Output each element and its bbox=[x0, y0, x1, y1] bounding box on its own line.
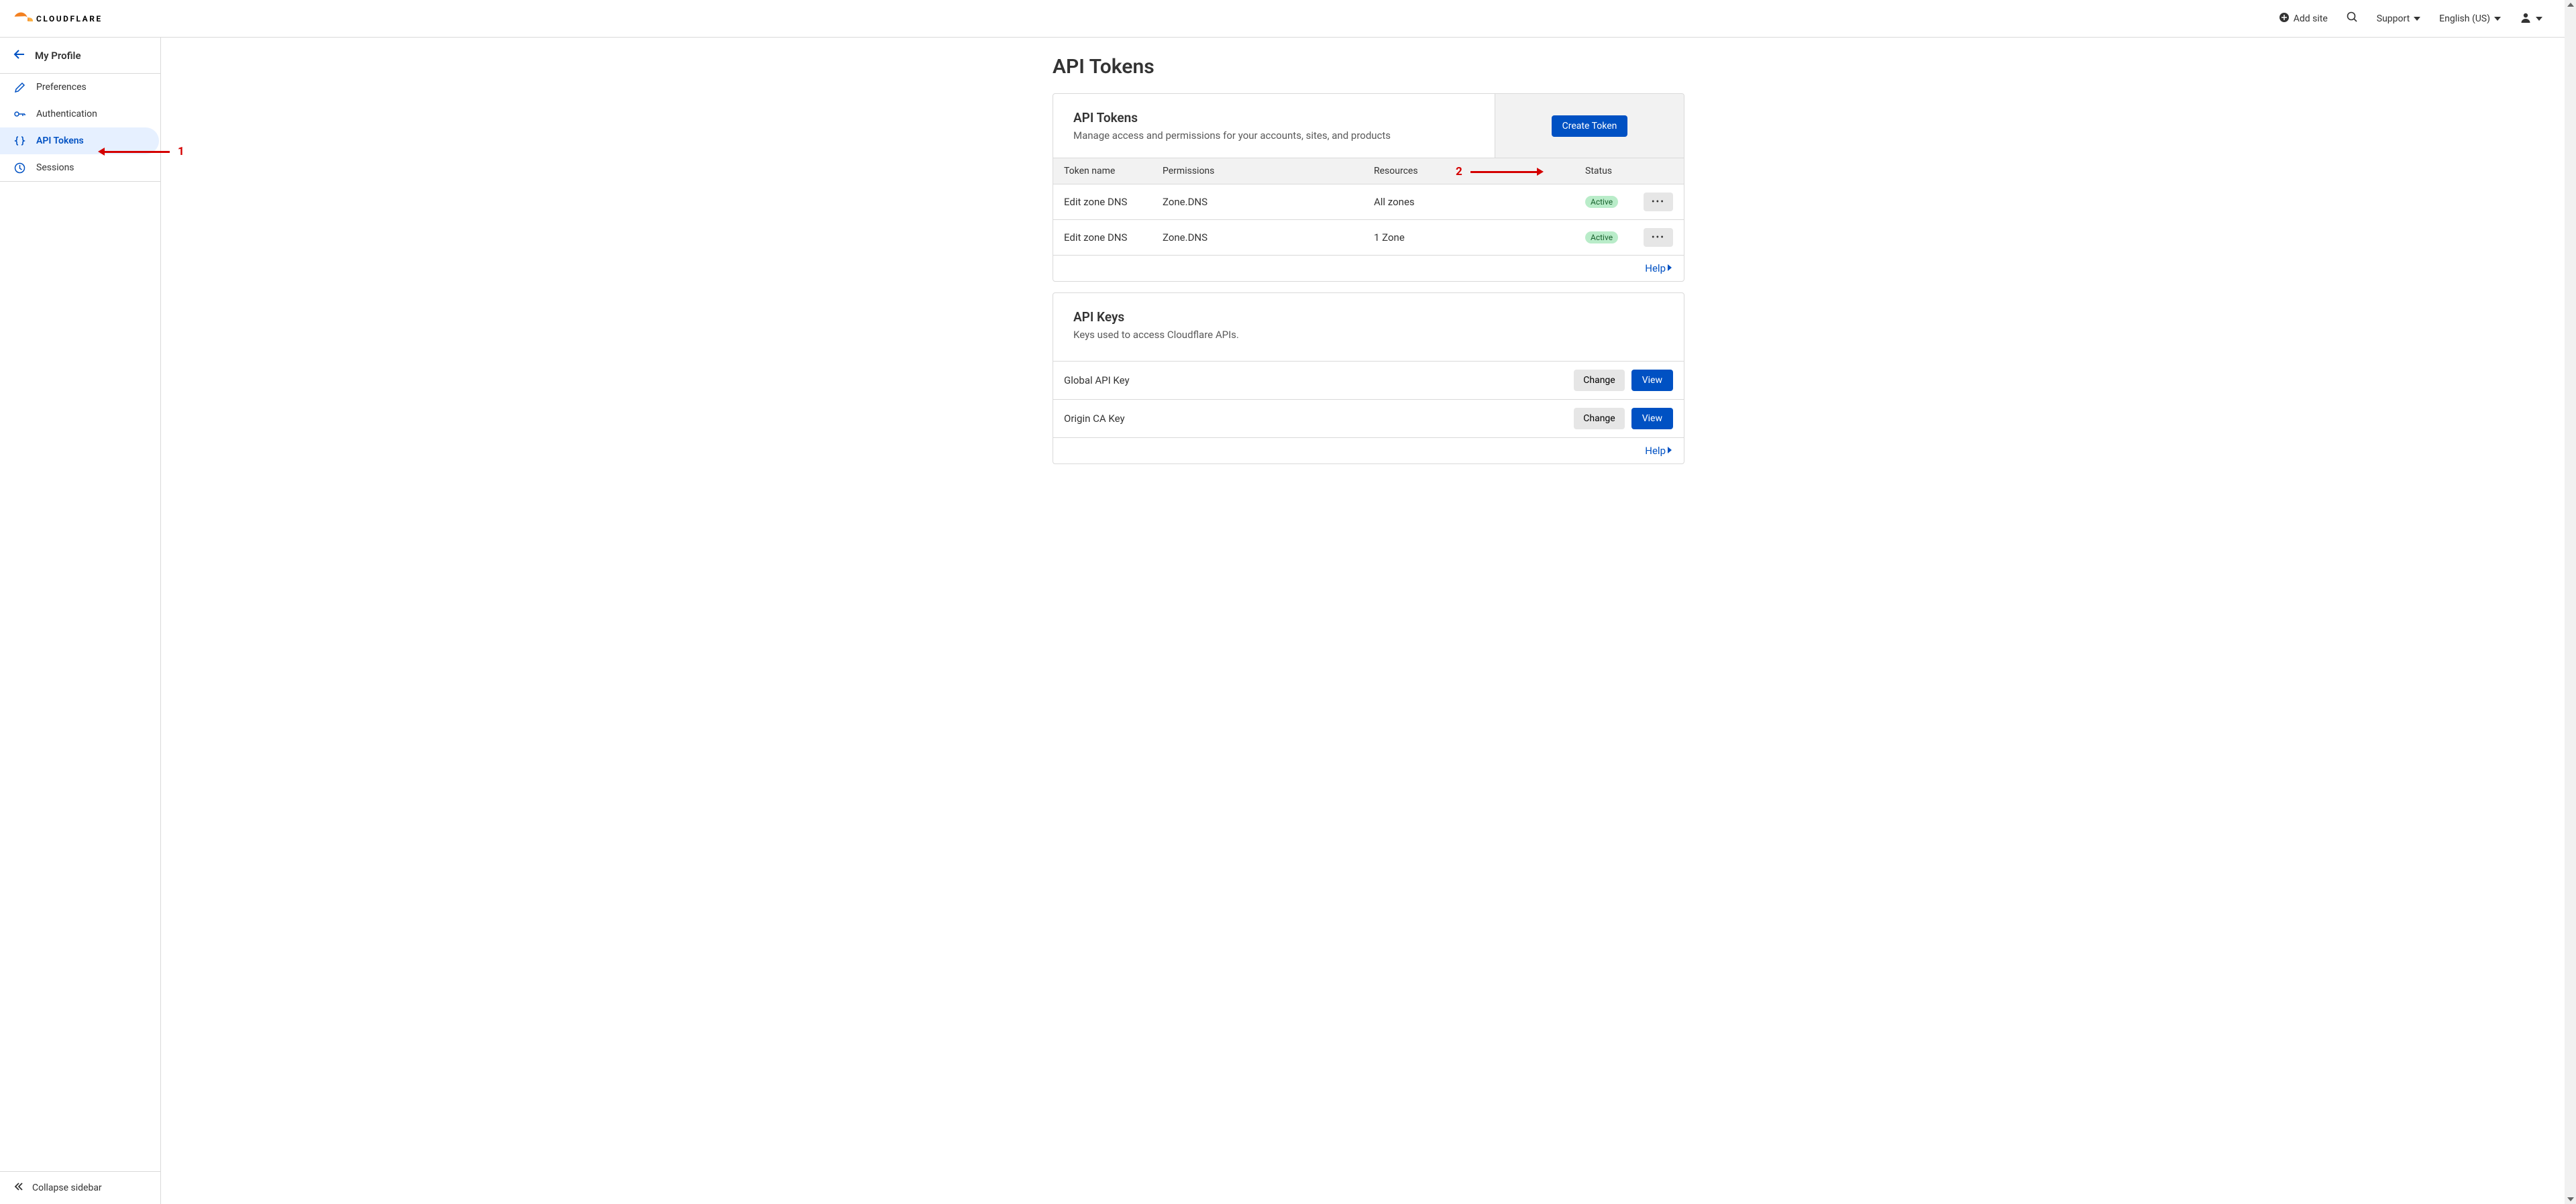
topbar: CLOUDFLARE Add site Support English (US) bbox=[0, 0, 2576, 38]
language-menu[interactable]: English (US) bbox=[2439, 13, 2501, 24]
key-name: Global API Key bbox=[1064, 374, 1130, 386]
help-link[interactable]: Help bbox=[1645, 445, 1673, 457]
card-title: API Keys bbox=[1073, 309, 1664, 325]
help-link[interactable]: Help bbox=[1645, 262, 1673, 274]
cell-permissions: Zone.DNS bbox=[1163, 196, 1374, 208]
sidebar-item-label: Authentication bbox=[36, 109, 97, 119]
sidebar-item-sessions[interactable]: Sessions bbox=[0, 154, 160, 181]
api-tokens-card: API Tokens Manage access and permissions… bbox=[1053, 93, 1684, 282]
api-keys-card: API Keys Keys used to access Cloudflare … bbox=[1053, 292, 1684, 464]
cell-token-name: Edit zone DNS bbox=[1064, 231, 1163, 243]
caret-down-icon bbox=[2414, 17, 2420, 21]
caret-down-icon bbox=[2536, 17, 2542, 21]
add-site-label: Add site bbox=[2294, 13, 2328, 24]
chevron-right-icon bbox=[1667, 445, 1673, 457]
back-arrow-icon[interactable] bbox=[13, 48, 25, 63]
language-label: English (US) bbox=[2439, 13, 2490, 24]
col-header-status: Status bbox=[1585, 166, 1642, 176]
card-subtitle: Manage access and permissions for your a… bbox=[1073, 129, 1474, 142]
table-row: Edit zone DNS Zone.DNS 1 Zone Active ••• bbox=[1053, 220, 1684, 256]
cell-token-name: Edit zone DNS bbox=[1064, 196, 1163, 208]
col-header-permissions: Permissions bbox=[1163, 166, 1374, 176]
sidebar-item-label: Preferences bbox=[36, 82, 87, 93]
pencil-icon bbox=[13, 81, 25, 93]
table-row: Edit zone DNS Zone.DNS All zones Active … bbox=[1053, 184, 1684, 220]
sidebar-item-api-tokens[interactable]: API Tokens bbox=[0, 127, 159, 154]
sidebar-header: My Profile bbox=[0, 38, 160, 74]
plus-circle-icon bbox=[2279, 12, 2290, 25]
add-site-button[interactable]: Add site bbox=[2279, 12, 2328, 25]
collapse-sidebar-button[interactable]: Collapse sidebar bbox=[0, 1171, 160, 1204]
topbar-right: Add site Support English (US) bbox=[2279, 11, 2567, 26]
chevron-right-icon bbox=[1667, 262, 1673, 274]
key-icon bbox=[13, 108, 25, 120]
sidebar-item-label: Sessions bbox=[36, 162, 74, 173]
view-button[interactable]: View bbox=[1631, 408, 1673, 429]
user-menu[interactable] bbox=[2520, 11, 2542, 26]
sidebar-title: My Profile bbox=[35, 50, 81, 62]
cell-permissions: Zone.DNS bbox=[1163, 231, 1374, 243]
card-title: API Tokens bbox=[1073, 110, 1474, 125]
sidebar-nav: Preferences Authentication API Tokens bbox=[0, 74, 160, 182]
page-title: API Tokens bbox=[1053, 55, 1684, 78]
search-button[interactable] bbox=[2347, 11, 2358, 25]
caret-down-icon bbox=[2494, 17, 2501, 21]
change-button[interactable]: Change bbox=[1574, 370, 1624, 391]
cell-resources: All zones bbox=[1374, 196, 1585, 208]
status-badge: Active bbox=[1585, 196, 1618, 208]
col-header-name: Token name bbox=[1064, 166, 1163, 176]
card-footer: Help bbox=[1053, 437, 1684, 463]
help-label: Help bbox=[1645, 445, 1666, 457]
cloud-icon bbox=[9, 11, 35, 27]
brand-logo[interactable]: CLOUDFLARE bbox=[9, 11, 103, 27]
card-footer: Help bbox=[1053, 256, 1684, 281]
key-row: Global API Key Change View bbox=[1053, 361, 1684, 399]
user-icon bbox=[2520, 11, 2532, 26]
card-action-area: Create Token bbox=[1495, 94, 1684, 158]
card-header: API Tokens Manage access and permissions… bbox=[1053, 94, 1495, 158]
change-button[interactable]: Change bbox=[1574, 408, 1624, 429]
card-subtitle: Keys used to access Cloudflare APIs. bbox=[1073, 329, 1664, 341]
row-actions-button[interactable]: ••• bbox=[1644, 228, 1673, 247]
col-header-resources: Resources bbox=[1374, 166, 1585, 176]
brand-text: CLOUDFLARE bbox=[36, 14, 103, 23]
sidebar-item-authentication[interactable]: Authentication bbox=[0, 101, 160, 127]
braces-icon bbox=[13, 135, 25, 147]
cell-resources: 1 Zone bbox=[1374, 231, 1585, 243]
status-badge: Active bbox=[1585, 231, 1618, 243]
main: API Tokens API Tokens Manage access and … bbox=[161, 38, 2576, 1204]
chevron-double-left-icon bbox=[13, 1181, 24, 1195]
support-menu[interactable]: Support bbox=[2377, 13, 2420, 24]
scrollbar[interactable] bbox=[2565, 0, 2576, 1204]
key-name: Origin CA Key bbox=[1064, 413, 1125, 425]
create-token-button[interactable]: Create Token bbox=[1552, 115, 1628, 137]
help-label: Help bbox=[1645, 262, 1666, 274]
scroll-up-icon bbox=[2567, 3, 2574, 7]
scroll-down-icon bbox=[2567, 1197, 2574, 1201]
clock-icon bbox=[13, 162, 25, 174]
collapse-label: Collapse sidebar bbox=[32, 1183, 102, 1193]
content-area: My Profile Preferences Authentication bbox=[0, 38, 2576, 1204]
table-header: Token name Permissions Resources Status bbox=[1053, 158, 1684, 184]
sidebar: My Profile Preferences Authentication bbox=[0, 38, 161, 1204]
row-actions-button[interactable]: ••• bbox=[1644, 193, 1673, 211]
search-icon bbox=[2347, 11, 2358, 25]
sidebar-item-label: API Tokens bbox=[36, 135, 84, 146]
key-row: Origin CA Key Change View bbox=[1053, 399, 1684, 437]
sidebar-item-preferences[interactable]: Preferences bbox=[0, 74, 160, 101]
view-button[interactable]: View bbox=[1631, 370, 1673, 391]
support-label: Support bbox=[2377, 13, 2410, 24]
card-header: API Keys Keys used to access Cloudflare … bbox=[1053, 293, 1684, 353]
